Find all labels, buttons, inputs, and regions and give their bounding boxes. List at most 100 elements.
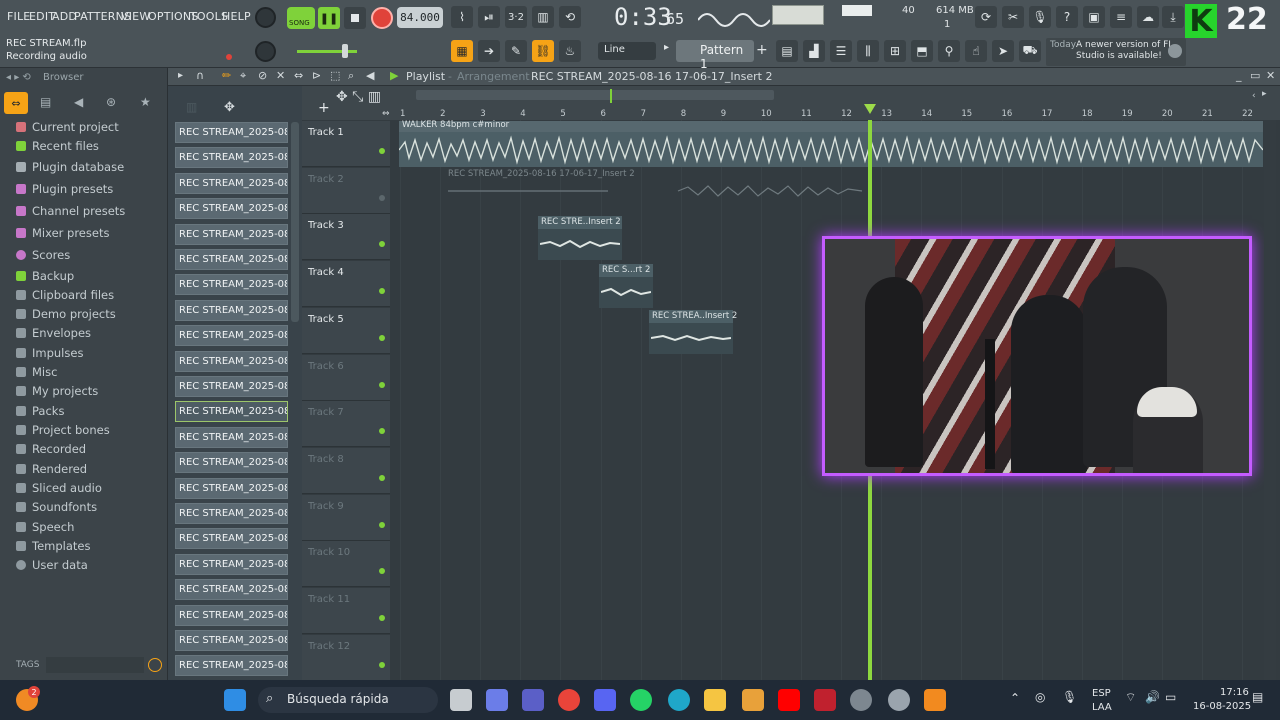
track-header[interactable]: Track 7: [302, 401, 390, 448]
scroll-left-icon[interactable]: ‹: [1252, 91, 1256, 101]
browser-item-current-project[interactable]: Current project: [16, 120, 119, 134]
windows-start-icon[interactable]: [224, 689, 246, 711]
pattern-prev-icon[interactable]: ▸: [664, 42, 672, 60]
browser-plugin-icon[interactable]: ⊛: [106, 95, 116, 109]
speaker-icon[interactable]: ◀: [366, 69, 374, 82]
browser-speaker-icon[interactable]: ◀: [74, 95, 83, 109]
chevron-up-icon[interactable]: ⌃: [1010, 691, 1020, 705]
browser-item-mixer-presets[interactable]: Mixer presets: [16, 226, 109, 240]
track-active-indicator[interactable]: [379, 381, 385, 388]
playlist-view-icon[interactable]: ▦: [451, 40, 473, 62]
app-icon[interactable]: [814, 689, 836, 711]
chrome-icon[interactable]: [558, 689, 580, 711]
channel-item[interactable]: REC STREAM_2025-08-16...: [175, 249, 288, 270]
browser-item-rendered[interactable]: Rendered: [16, 462, 87, 476]
track-header[interactable]: Track 12: [302, 634, 390, 681]
song-mode-toggle[interactable]: SONG: [287, 7, 315, 29]
track-active-indicator[interactable]: [379, 428, 385, 435]
metronome-icon[interactable]: ⌇: [451, 6, 473, 28]
zoom-arrows-icon[interactable]: ✥ ⤡ ▥: [336, 89, 381, 105]
menu-help[interactable]: HELP: [222, 10, 251, 23]
browser-item-scores[interactable]: Scores: [16, 248, 70, 262]
arrow-right-icon[interactable]: ➔: [478, 40, 500, 62]
browser-files-icon[interactable]: ▤: [40, 95, 51, 109]
browser-item-project-bones[interactable]: Project bones: [16, 423, 110, 437]
clip-rec-stream[interactable]: REC STREAM_2025-08-16 17-06-17_Insert 2: [448, 169, 868, 203]
channel-item[interactable]: REC STREAM_2025-08-16...: [175, 172, 288, 194]
app-icon[interactable]: [742, 689, 764, 711]
magnet-icon[interactable]: ∩: [196, 69, 204, 82]
mixer-view-icon[interactable]: ☰: [830, 40, 852, 62]
slip-icon[interactable]: ⇔: [294, 69, 303, 82]
track-active-indicator[interactable]: [379, 661, 385, 668]
battery-icon[interactable]: ▭: [1165, 690, 1176, 704]
browser-item-plugin-presets[interactable]: Plugin presets: [16, 182, 113, 196]
help-icon[interactable]: ?: [1056, 6, 1078, 28]
link-icon[interactable]: ⛓: [532, 40, 554, 62]
channel-item[interactable]: REC STREAM_2025-08-16...: [175, 223, 288, 245]
browser-item-speech[interactable]: Speech: [16, 520, 74, 534]
track-header[interactable]: Track 9: [302, 494, 390, 541]
fl-studio-icon[interactable]: [924, 689, 946, 711]
track-active-indicator[interactable]: [379, 474, 385, 481]
track-header[interactable]: Track 2: [302, 167, 390, 214]
menu-view[interactable]: VIEW: [121, 10, 150, 23]
pattern-selector[interactable]: Pattern 1: [676, 40, 754, 71]
select-icon[interactable]: ⬚: [330, 69, 340, 82]
pencil-icon[interactable]: ✏: [222, 69, 231, 82]
plugin-picker-icon[interactable]: ⚲: [938, 40, 960, 62]
notification-center-icon[interactable]: ▤: [1252, 690, 1263, 704]
track-active-indicator[interactable]: [379, 288, 385, 295]
project-browser-icon[interactable]: ⬒: [911, 40, 933, 62]
channel-item[interactable]: REC STREAM_2025-08-16...: [175, 604, 288, 626]
send-icon[interactable]: ➤: [992, 40, 1014, 62]
track-header[interactable]: Track 6: [302, 354, 390, 401]
browser-item-envelopes[interactable]: Envelopes: [16, 326, 91, 340]
channel-item[interactable]: REC STREAM_2025-08-16...: [175, 401, 288, 423]
channel-item[interactable]: REC STREAM_2025-08-16...: [175, 452, 288, 474]
touch-icon[interactable]: ☝: [965, 40, 987, 62]
teams-icon[interactable]: [522, 689, 544, 711]
channel-item[interactable]: REC STREAM_2025-08-16...: [175, 376, 288, 397]
channel-item[interactable]: REC STREAM_2025-08-16...: [175, 655, 288, 677]
stamp-icon[interactable]: ♨: [559, 40, 581, 62]
clip-track5[interactable]: REC STREA..Insert 2: [649, 310, 737, 354]
slider-handle[interactable]: [342, 44, 348, 58]
add-pattern-icon[interactable]: +: [756, 42, 768, 58]
scroll-right-icon[interactable]: ▸: [1262, 89, 1267, 99]
track-active-indicator[interactable]: [379, 334, 385, 341]
browser-item-soundfonts[interactable]: Soundfonts: [16, 500, 97, 514]
channel-move-icon[interactable]: ✥: [224, 100, 235, 115]
paint-icon[interactable]: ⌖: [240, 69, 246, 83]
mute-icon[interactable]: ✕: [276, 69, 285, 82]
copilot-icon[interactable]: [486, 689, 508, 711]
routing-icon[interactable]: ⊞: [884, 40, 906, 62]
step-edit-icon[interactable]: ▥: [532, 6, 554, 28]
track-active-indicator[interactable]: [379, 568, 385, 575]
tempo-display[interactable]: 84.000: [397, 7, 443, 28]
volume-icon[interactable]: 🔊: [1145, 690, 1160, 704]
track-active-indicator[interactable]: [379, 148, 385, 154]
add-track-icon[interactable]: +: [318, 100, 330, 116]
browser-item-my-projects[interactable]: My projects: [16, 384, 98, 398]
zoom-icon[interactable]: ⌕: [348, 69, 354, 83]
clock-date[interactable]: 16-08-2025: [1193, 701, 1251, 712]
channel-item[interactable]: REC STREAM_2025-08-16...: [175, 630, 288, 651]
browser-item-impulses[interactable]: Impulses: [16, 346, 83, 360]
wifi-icon[interactable]: ⌔: [1125, 690, 1136, 705]
app-tray-icon[interactable]: ◎: [1035, 690, 1045, 704]
undo-icon[interactable]: ⟳: [975, 6, 997, 28]
channel-item[interactable]: REC STREAM_2025-08-16...: [175, 528, 288, 550]
settings-icon[interactable]: [888, 689, 910, 711]
track-header[interactable]: Track 4: [302, 261, 390, 308]
taskbar-search[interactable]: ⌕ Búsqueda rápida: [258, 687, 438, 713]
clock-time[interactable]: 17:16: [1220, 687, 1249, 698]
channel-item[interactable]: REC STREAM_2025-08-16...: [175, 426, 288, 448]
track-header[interactable]: Track 1: [302, 121, 390, 167]
pause-button[interactable]: ❚❚: [318, 7, 340, 29]
piano-roll-icon[interactable]: ▟: [803, 40, 825, 62]
browser-item-channel-presets[interactable]: Channel presets: [16, 204, 125, 218]
clip-walker[interactable]: WALKER 84bpm c#minor: [399, 120, 1263, 167]
loop-record-icon[interactable]: ⟲: [559, 6, 581, 28]
playlist-vertical-scrollbar[interactable]: [1264, 120, 1276, 680]
